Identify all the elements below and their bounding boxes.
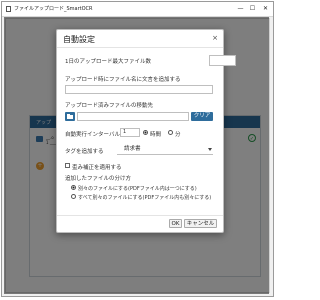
interval-label: 自動実行インターバル (65, 132, 120, 138)
chevron-down-icon (208, 148, 212, 151)
move-destination-label: アップロード済みファイルの移動先 (65, 103, 154, 109)
maximize-button[interactable]: ☐ (248, 4, 257, 13)
unit-minute-label: 分 (175, 132, 181, 138)
ok-button[interactable]: OK (169, 219, 182, 228)
unit-minute-radio[interactable] (168, 130, 173, 135)
max-files-label: 1日のアップロード最大ファイル数 (65, 59, 152, 65)
auto-settings-dialog: 自動設定 × 1日のアップロード最大ファイル数 アップロード時にファイル名に文言… (56, 29, 236, 233)
folder-browse-icon[interactable] (65, 112, 75, 121)
split-option-1-radio[interactable] (71, 185, 76, 190)
dialog-footer: OK キャンセル (57, 215, 223, 232)
split-option-2-label: すべて別々のファイルにする(PDFファイル内も別々にする) (78, 195, 212, 201)
split-option-1-label: 別々のファイルにする(PDFファイル内は一つにする) (78, 186, 197, 192)
cancel-button[interactable]: キャンセル (184, 219, 217, 228)
split-method-label: 追加したファイルの分け方 (65, 176, 132, 182)
window-close-button[interactable]: ✕ (261, 4, 270, 13)
max-files-input[interactable] (209, 55, 236, 66)
append-text-label: アップロード時にファイル名に文言を追加する (65, 77, 181, 83)
minimize-button[interactable]: — (236, 4, 245, 13)
tag-label: タグを追加する (65, 149, 104, 155)
tag-select-value: 請求書 (124, 146, 141, 152)
unit-hour-radio[interactable] (143, 130, 148, 135)
split-option-2-radio[interactable] (71, 194, 76, 199)
window-title: ファイルアップロード_SmartOCR (14, 6, 93, 12)
unit-hour-label: 時間 (150, 132, 162, 138)
dialog-header: 自動設定 × (57, 30, 223, 48)
skew-correction-label: 歪み補正を適用する (72, 165, 122, 171)
move-destination-input[interactable] (77, 112, 189, 121)
title-bar: ファイルアップロード_SmartOCR — ☐ ✕ (2, 2, 273, 17)
dialog-title: 自動設定 (63, 35, 95, 44)
clear-button[interactable]: クリア (191, 112, 213, 121)
close-icon[interactable]: × (212, 34, 218, 42)
interval-input[interactable]: 1 (120, 128, 140, 137)
tag-select[interactable]: 請求書 (117, 145, 213, 155)
append-text-input[interactable] (65, 85, 213, 94)
app-icon (6, 6, 11, 12)
skew-correction-checkbox[interactable] (65, 163, 70, 168)
